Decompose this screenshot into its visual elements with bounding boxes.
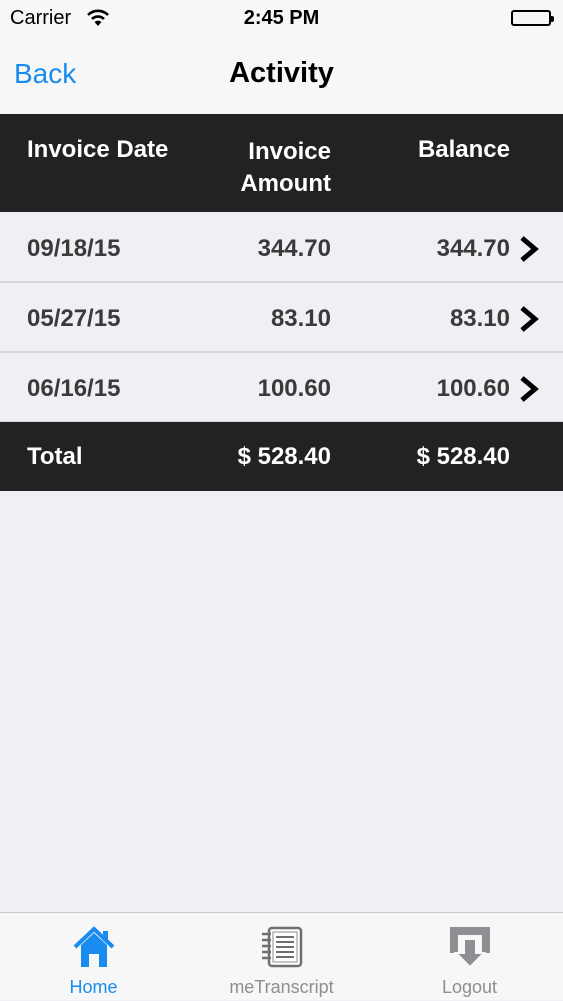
header-invoice-date: Invoice Date <box>27 136 169 163</box>
tab-metranscript[interactable]: meTranscript <box>188 913 375 1001</box>
status-bar: Carrier 2:45 PM <box>0 0 563 38</box>
battery-icon <box>511 10 554 26</box>
table-row[interactable]: 09/18/15 344.70 344.70 <box>0 213 563 283</box>
row-invoice-date: 05/27/15 <box>27 305 121 332</box>
total-label: Total <box>27 443 83 470</box>
row-invoice-date: 06/16/15 <box>27 375 121 402</box>
home-icon <box>72 925 116 974</box>
row-balance: 83.10 <box>449 305 510 332</box>
row-balance: 100.60 <box>436 375 510 402</box>
logout-icon <box>448 925 492 974</box>
page-title: Activity <box>229 57 334 89</box>
row-invoice-amount: 344.70 <box>257 235 331 262</box>
row-invoice-date: 09/18/15 <box>27 235 121 262</box>
header-invoice-amount-line1: Invoice <box>248 138 331 165</box>
header-invoice-amount-line2: Amount <box>240 170 331 197</box>
notebook-icon <box>259 925 305 974</box>
tab-bar: Home meTranscript Logout <box>0 912 563 1000</box>
table-row[interactable]: 05/27/15 83.10 83.10 <box>0 283 563 353</box>
tab-home[interactable]: Home <box>0 913 187 1001</box>
total-balance: $ 528.40 <box>416 443 510 470</box>
table-row[interactable]: 06/16/15 100.60 100.60 <box>0 353 563 423</box>
header-balance: Balance <box>417 136 510 163</box>
row-invoice-amount: 100.60 <box>257 375 331 402</box>
chevron-right-icon <box>518 305 540 340</box>
row-invoice-amount: 83.10 <box>270 305 331 332</box>
row-balance: 344.70 <box>436 235 510 262</box>
table-header: Invoice Date Invoice Amount Balance <box>0 114 563 212</box>
tab-logout-label: Logout <box>441 977 498 997</box>
tab-logout[interactable]: Logout <box>376 913 563 1001</box>
total-row: Total $ 528.40 $ 528.40 <box>0 422 563 491</box>
chevron-right-icon <box>518 375 540 410</box>
navigation-bar: Back Activity <box>0 38 563 114</box>
total-invoice-amount: $ 528.40 <box>237 443 331 470</box>
tab-home-label: Home <box>69 977 118 997</box>
status-time: 2:45 PM <box>243 7 320 29</box>
tab-metranscript-label: meTranscript <box>229 977 334 997</box>
chevron-right-icon <box>518 235 540 270</box>
header-invoice-amount: Invoice Amount <box>180 136 331 200</box>
